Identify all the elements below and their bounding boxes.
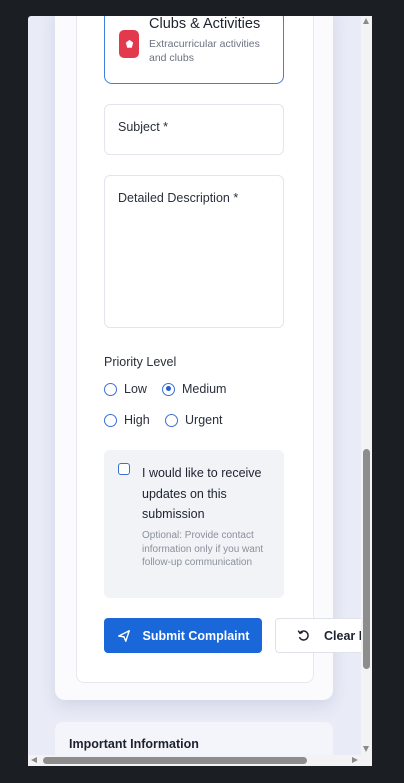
important-info-title: Important Information [69,737,199,751]
subject-placeholder: Subject * [118,120,169,134]
subject-field[interactable]: Subject * [104,104,284,155]
radio-button[interactable] [104,382,117,396]
priority-radio-low[interactable]: Low [104,382,147,396]
scroll-down-arrow-icon[interactable] [363,746,369,752]
radio-button[interactable] [165,413,178,427]
description-placeholder: Detailed Description * [118,191,239,205]
priority-option-label: Urgent [185,413,223,427]
horizontal-scrollbar[interactable] [28,755,361,766]
scroll-right-arrow-icon[interactable] [352,757,358,763]
priority-option-label: High [124,413,150,427]
description-field[interactable]: Detailed Description * [104,175,284,328]
category-title: Clubs & Activities [149,16,261,32]
horizontal-scroll-thumb[interactable] [43,757,307,764]
radio-button-selected[interactable] [162,382,175,396]
priority-radio-medium[interactable]: Medium [162,382,226,396]
send-icon [117,629,130,642]
scroll-up-arrow-icon[interactable] [363,18,369,24]
priority-radio-high[interactable]: High [104,413,150,427]
priority-option-label: Medium [182,382,227,396]
updates-checkbox[interactable] [118,463,130,475]
priority-option-label: Low [124,382,147,396]
reset-icon [297,630,309,641]
category-description: Extracurricular activities and clubs [149,38,260,64]
category-option-clubs[interactable]: Clubs & Activities Extracurricular activ… [104,16,284,84]
vertical-scroll-thumb[interactable] [363,449,370,669]
puzzle-icon [119,30,139,58]
radio-button[interactable] [104,413,117,427]
submit-button[interactable]: Submit Complaint [104,618,262,653]
priority-label: Priority Level [104,355,177,369]
priority-radio-urgent[interactable]: Urgent [165,413,223,427]
clear-form-button[interactable]: Clear F [275,618,372,653]
page-viewport: Clubs & Activities Extracurricular activ… [28,16,372,766]
submit-label: Submit Complaint [142,628,250,643]
updates-hint: Optional: Provide contact information on… [142,530,264,568]
updates-label[interactable]: I would like to receive updates on this … [142,463,276,525]
updates-optin-box: I would like to receive updates on this … [104,450,284,598]
scroll-left-arrow-icon[interactable] [31,757,37,763]
vertical-scrollbar[interactable] [361,16,372,766]
